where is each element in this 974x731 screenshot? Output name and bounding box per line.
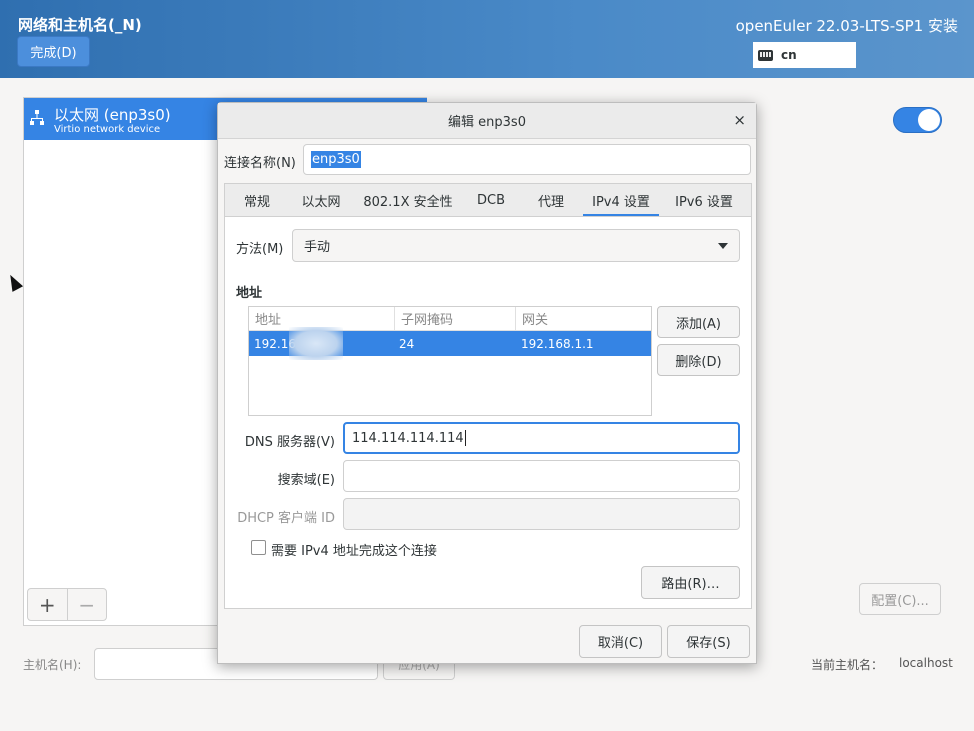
routes-button[interactable]: 路由(R)…	[641, 566, 740, 599]
connection-name-input[interactable]: enp3s0	[303, 144, 751, 175]
connection-name-label: 连接名称(N)	[224, 156, 296, 171]
close-icon[interactable]: ×	[733, 111, 746, 129]
keyboard-icon	[758, 49, 773, 61]
current-hostname-label: 当前主机名：	[811, 658, 884, 672]
add-device-button[interactable]: +	[28, 589, 67, 620]
add-address-button[interactable]: 添加(A)	[657, 306, 740, 338]
search-domains-input[interactable]	[343, 460, 740, 492]
device-list-buttons: + −	[27, 588, 107, 621]
delete-address-button[interactable]: 删除(D)	[657, 344, 740, 376]
require-ipv4-label[interactable]: 需要 IPv4 地址完成这个连接	[271, 540, 437, 559]
tab-general[interactable]: 常规	[225, 184, 289, 217]
method-dropdown[interactable]: 手动	[292, 229, 740, 262]
column-header-netmask[interactable]: 子网掩码	[395, 307, 516, 331]
ipv4-settings-panel: 方法(M) 手动 地址 地址 子网掩码 网关 192.16 24 192.168…	[224, 216, 752, 609]
keyboard-layout-indicator[interactable]: cn	[753, 42, 856, 68]
product-title: openEuler 22.03-LTS-SP1 安装	[735, 17, 958, 35]
dns-servers-input[interactable]: 114.114.114.114	[343, 422, 740, 454]
addresses-table: 地址 子网掩码 网关 192.16 24 192.168.1.1	[248, 306, 652, 416]
settings-tabs: 常规 以太网 802.1X 安全性 DCB 代理 IPv4 设置 IPv6 设置	[224, 183, 752, 217]
dialog-titlebar[interactable]: 编辑 enp3s0	[218, 103, 756, 139]
cancel-button[interactable]: 取消(C)	[579, 625, 662, 658]
redaction-blur	[289, 327, 343, 360]
configure-button[interactable]: 配置(C)...	[859, 583, 941, 615]
dns-servers-value: 114.114.114.114	[352, 430, 464, 446]
device-subtitle: Virtio network device	[54, 124, 161, 135]
header-bar: 网络和主机名(_N) 完成(D) openEuler 22.03-LTS-SP1…	[0, 0, 974, 78]
device-enable-toggle[interactable]	[893, 107, 942, 133]
tab-ipv4-settings[interactable]: IPv4 设置	[583, 184, 659, 217]
netmask-cell[interactable]: 24	[399, 337, 414, 351]
method-label: 方法(M)	[236, 242, 284, 257]
hostname-label: 主机名(H):	[23, 658, 82, 672]
addresses-heading: 地址	[236, 286, 263, 301]
dns-servers-label: DNS 服务器(V)	[244, 435, 335, 450]
dhcp-client-id-label: DHCP 客户端 ID	[237, 511, 335, 526]
tab-ipv6-settings[interactable]: IPv6 设置	[659, 184, 749, 217]
mouse-cursor-icon	[4, 272, 24, 292]
tab-proxy[interactable]: 代理	[519, 184, 583, 217]
wired-network-icon	[30, 110, 44, 125]
dialog-title: 编辑 enp3s0	[448, 115, 526, 130]
done-button[interactable]: 完成(D)	[17, 36, 90, 67]
table-row[interactable]: 192.16 24 192.168.1.1	[249, 327, 651, 360]
tab-ethernet[interactable]: 以太网	[289, 184, 353, 217]
keyboard-layout-label: cn	[781, 48, 797, 62]
method-value: 手动	[304, 240, 331, 255]
connection-name-value: enp3s0	[311, 151, 361, 168]
column-header-gateway[interactable]: 网关	[516, 307, 651, 331]
device-name: 以太网 (enp3s0)	[54, 106, 171, 124]
tab-dcb[interactable]: DCB	[463, 184, 519, 217]
save-button[interactable]: 保存(S)	[667, 625, 750, 658]
require-ipv4-checkbox[interactable]	[251, 540, 266, 555]
search-domains-label: 搜索域(E)	[277, 473, 335, 488]
remove-device-button[interactable]: −	[66, 589, 107, 620]
page-title: 网络和主机名(_N)	[18, 16, 142, 34]
edit-connection-dialog: 编辑 enp3s0 × 连接名称(N) enp3s0 常规 以太网 802.1X…	[217, 102, 757, 664]
text-cursor	[464, 430, 466, 446]
dhcp-client-id-input[interactable]	[343, 498, 740, 530]
chevron-down-icon	[718, 243, 728, 249]
current-hostname-value: localhost	[899, 656, 953, 670]
gateway-cell[interactable]: 192.168.1.1	[521, 337, 594, 351]
tab-8021x-security[interactable]: 802.1X 安全性	[353, 184, 463, 217]
